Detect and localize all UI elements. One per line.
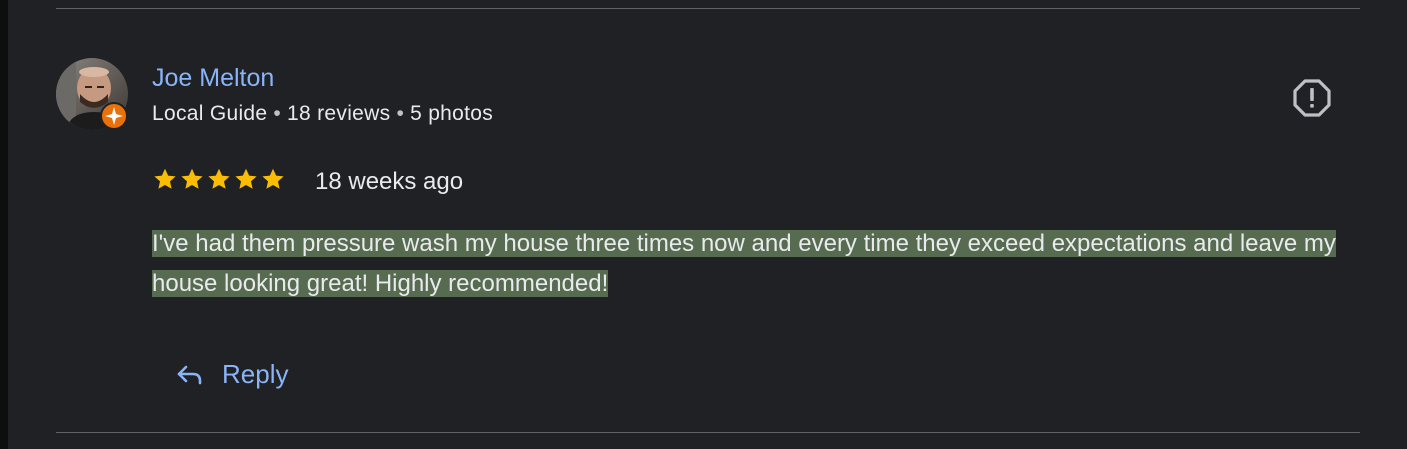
reply-arrow-icon: [177, 365, 202, 385]
star-icon: [235, 168, 257, 189]
reply-label: Reply: [222, 359, 289, 389]
reviewer-meta: Local Guide • 18 reviews • 5 photos: [152, 100, 493, 128]
bottom-divider: [56, 432, 1360, 433]
local-guide-label: Local Guide: [152, 102, 268, 125]
review-card: Joe Melton Local Guide • 18 reviews • 5 phot…: [0, 0, 1407, 449]
star-icon: [154, 168, 176, 189]
meta-separator: •: [396, 102, 405, 125]
local-guide-badge-icon: [100, 102, 128, 130]
photo-count: 5 photos: [410, 102, 494, 125]
star-icon: [208, 168, 230, 189]
top-divider: [56, 8, 1360, 9]
star-icon: [262, 168, 284, 189]
scroll-pane-edge: [0, 0, 8, 449]
review-text: I've had them pressure wash my house thr…: [152, 224, 1362, 304]
star-icon: [181, 168, 203, 189]
reviewer-name-link[interactable]: Joe Melton: [152, 62, 274, 94]
report-flag-icon[interactable]: [1292, 78, 1332, 118]
avatar[interactable]: [56, 58, 128, 130]
meta-separator: •: [273, 102, 282, 125]
review-count: 18 reviews: [287, 102, 391, 125]
review-text-highlight: I've had them pressure wash my house thr…: [152, 230, 1336, 297]
reply-button[interactable]: Reply: [166, 352, 296, 396]
review-time: 18 weeks ago: [315, 168, 464, 195]
star-rating: [152, 166, 286, 194]
